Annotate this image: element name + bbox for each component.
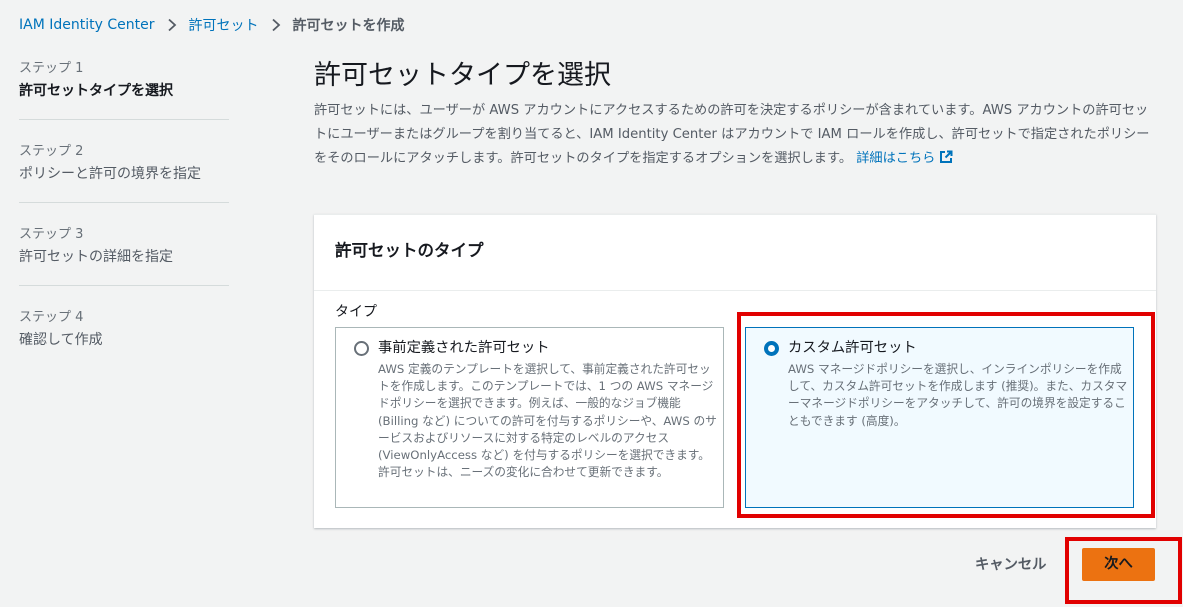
step-1: ステップ 1 許可セットタイプを選択 (19, 56, 229, 120)
option-label: 事前定義された許可セット (378, 340, 550, 356)
page-title: 許可セットタイプを選択 (314, 60, 611, 91)
breadcrumb-permission-sets[interactable]: 許可セット (188, 15, 258, 35)
type-field-label: タイプ (335, 304, 377, 320)
tile-head: 事前定義された許可セット (354, 338, 723, 358)
option-description: AWS マネージドポリシーを選択し、インラインポリシーを作成して、カスタム許可セ… (788, 362, 1128, 428)
breadcrumb-create-permission-set: 許可セットを作成 (292, 18, 405, 34)
option-label: カスタム許可セット (788, 340, 917, 356)
step-2: ステップ 2 ポリシーと許可の境界を指定 (19, 139, 229, 203)
breadcrumb: IAM Identity Center 許可セット 許可セットを作成 (19, 14, 404, 36)
step-title: 確認して作成 (19, 332, 103, 348)
external-link-icon (940, 150, 953, 163)
learn-more-link[interactable]: 詳細はこちら (856, 150, 953, 166)
page: IAM Identity Center 許可セット 許可セットを作成 ステップ … (0, 0, 1183, 607)
container-header: 許可セットのタイプ (314, 215, 1156, 291)
step-title: 許可セットの詳細を指定 (19, 249, 173, 265)
permission-set-type-container: 許可セットのタイプ タイプ 事前定義された許可セット AWS 定義のテンプレート… (314, 214, 1156, 528)
chevron-right-icon (269, 18, 283, 32)
step-title: ポリシーと許可の境界を指定 (19, 166, 201, 182)
chevron-right-icon (165, 18, 179, 32)
wizard-steps: ステップ 1 許可セットタイプを選択 ステップ 2 ポリシーと許可の境界を指定 … (19, 56, 229, 387)
description-text: 許可セットには、ユーザーが AWS アカウントにアクセスするための許可を決定する… (314, 103, 1150, 166)
option-custom-permission-set[interactable]: カスタム許可セット AWS マネージドポリシーを選択し、インラインポリシーを作成… (745, 327, 1134, 508)
step-3: ステップ 3 許可セットの詳細を指定 (19, 222, 229, 286)
page-description: 許可セットには、ユーザーが AWS アカウントにアクセスするための許可を決定する… (314, 99, 1159, 171)
step-number: ステップ 3 (19, 227, 84, 242)
cancel-button[interactable]: キャンセル (975, 552, 1046, 578)
option-predefined-permission-set[interactable]: 事前定義された許可セット AWS 定義のテンプレートを選択して、事前定義された許… (335, 327, 724, 508)
step-4: ステップ 4 確認して作成 (19, 305, 229, 368)
next-button[interactable]: 次へ (1082, 548, 1155, 581)
tile-head: カスタム許可セット (764, 338, 1133, 358)
step-number: ステップ 1 (19, 61, 84, 76)
radio-button-selected[interactable] (764, 340, 779, 356)
container-title: 許可セットのタイプ (335, 241, 484, 260)
step-number: ステップ 2 (19, 144, 84, 159)
option-description: AWS 定義のテンプレートを選択して、事前定義された許可セットを作成します。この… (378, 362, 717, 480)
radio-button[interactable] (354, 340, 369, 356)
step-title: 許可セットタイプを選択 (19, 83, 173, 99)
step-number: ステップ 4 (19, 310, 84, 325)
learn-more-label: 詳細はこちら (856, 151, 936, 166)
breadcrumb-iam-identity-center[interactable]: IAM Identity Center (19, 17, 154, 33)
